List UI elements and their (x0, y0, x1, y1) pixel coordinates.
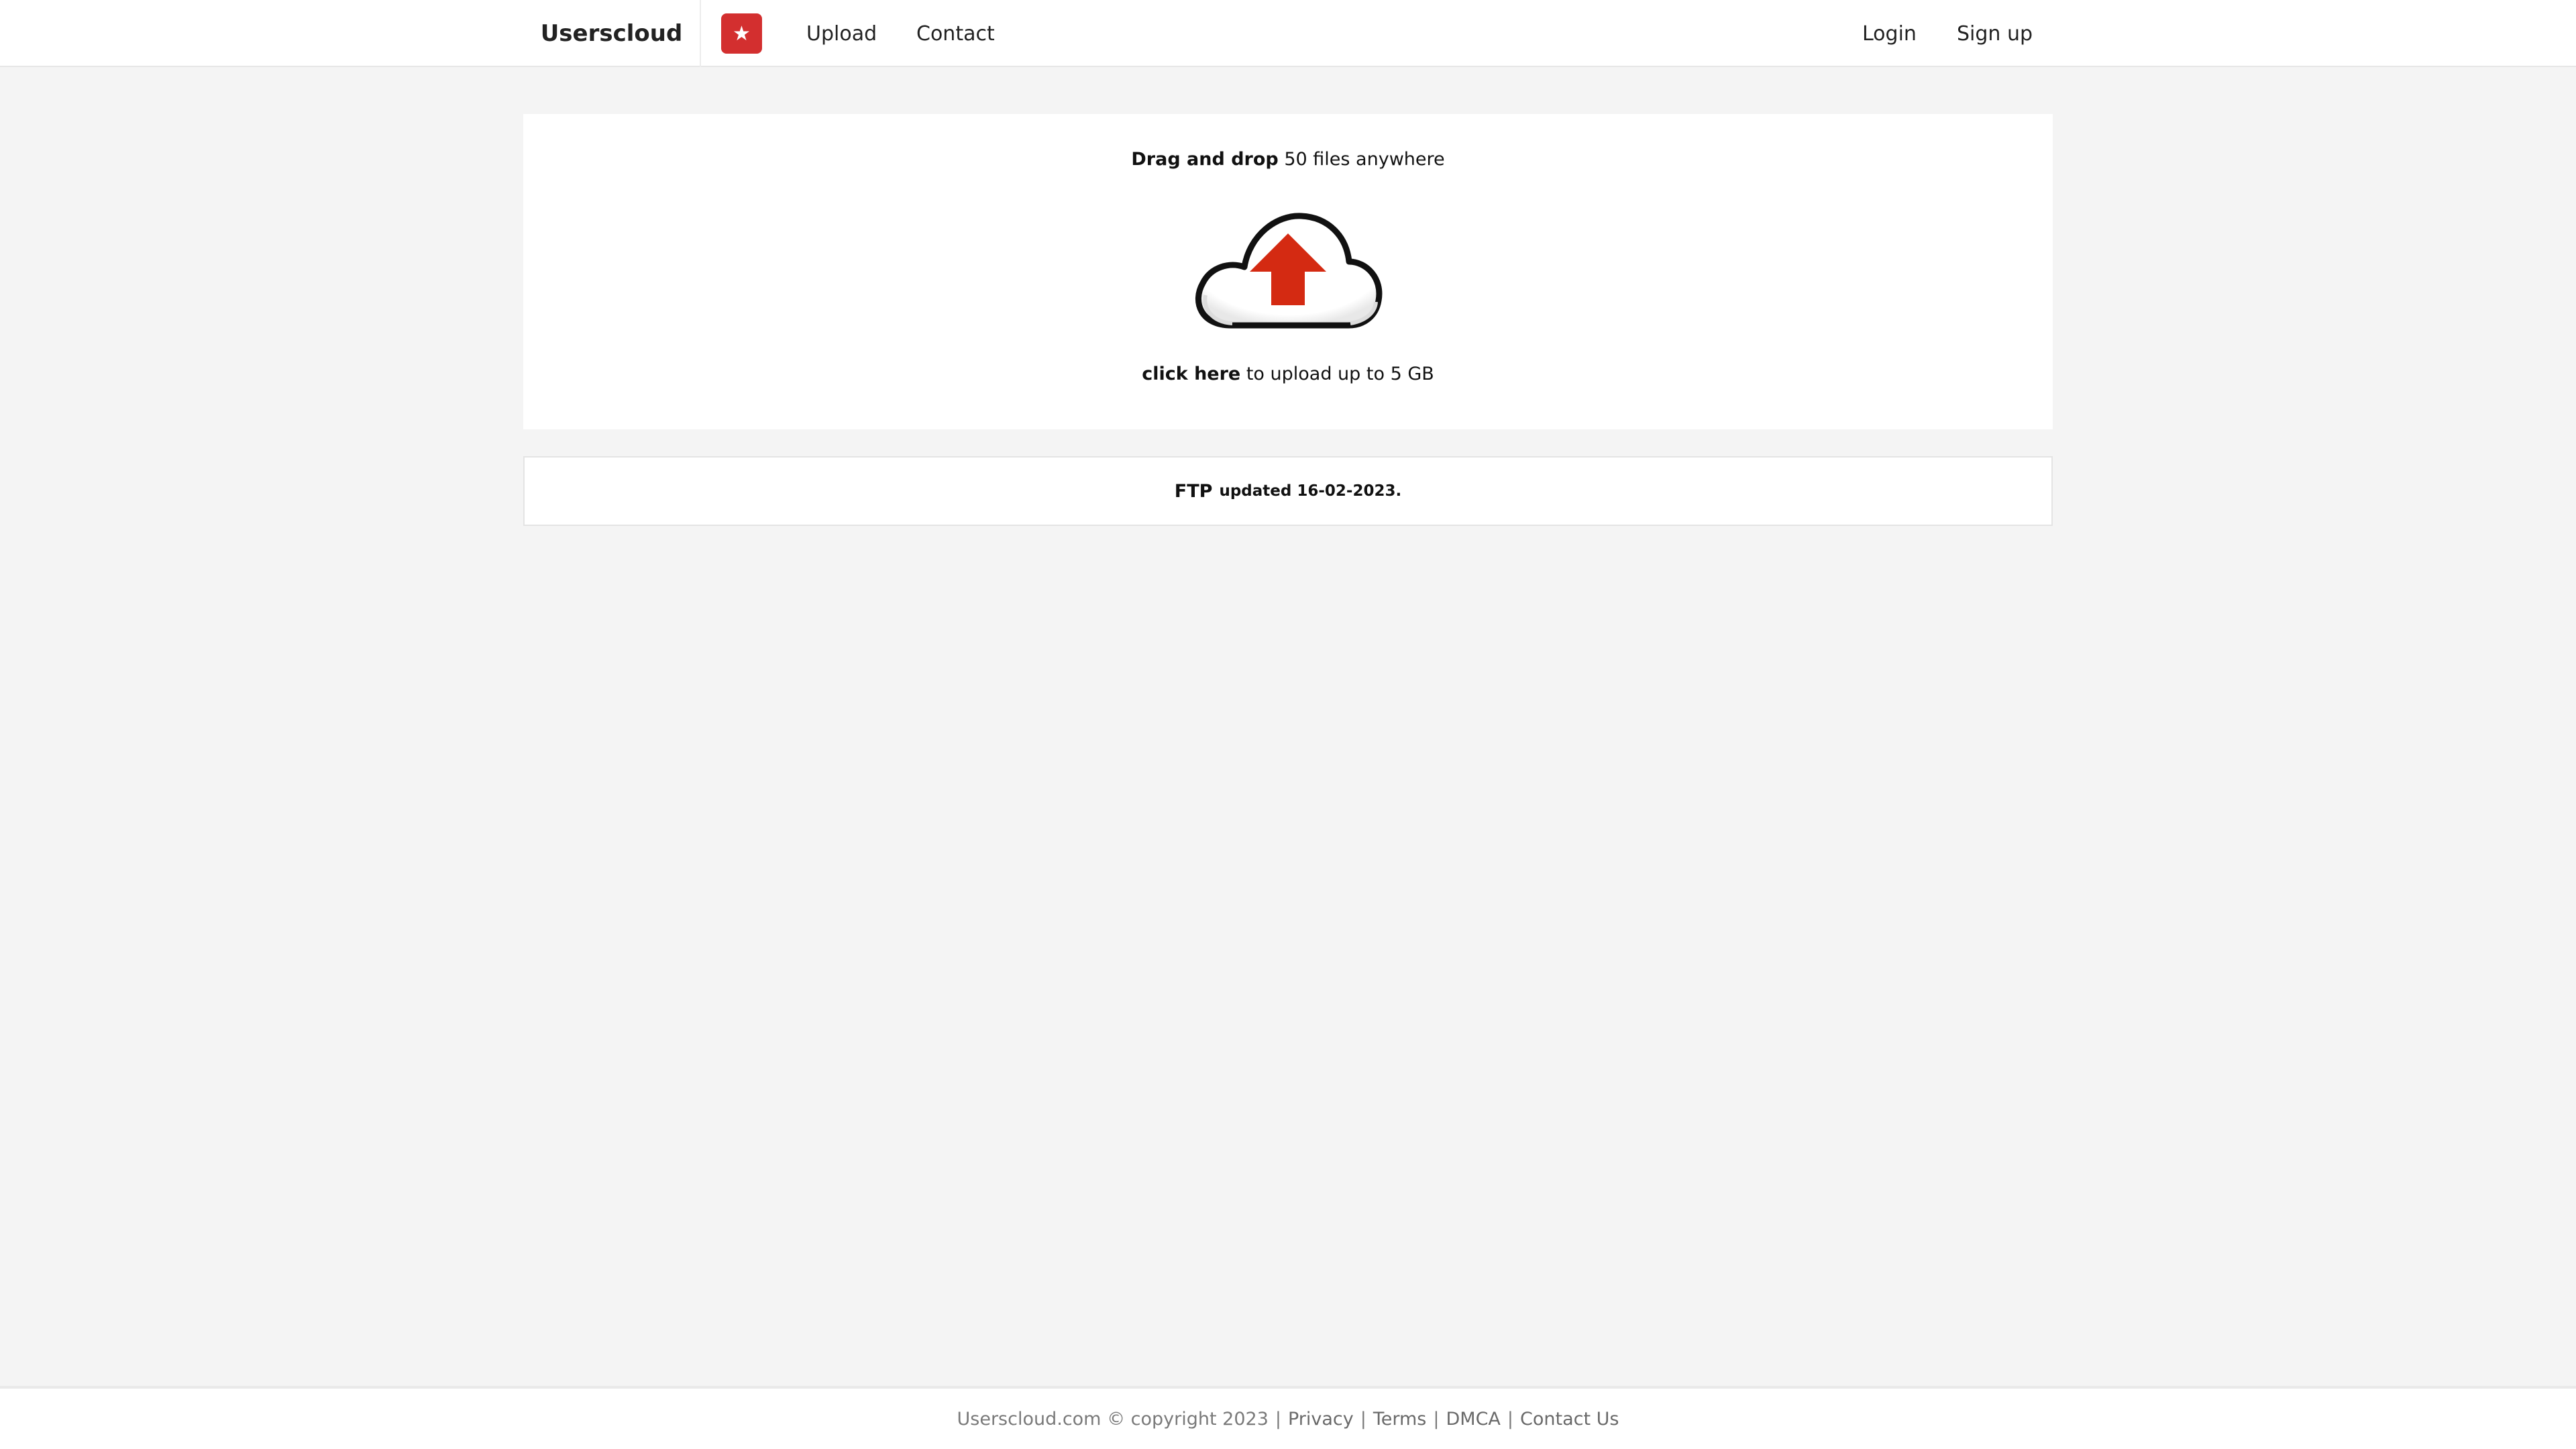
footer-separator: | (1275, 1408, 1281, 1430)
brand-logo-link[interactable]: Userscloud (523, 0, 701, 67)
click-here-link[interactable]: click here (1142, 364, 1240, 384)
upload-dropzone[interactable]: Drag and drop 50 files anywhere click he… (523, 114, 2053, 429)
star-badge-button[interactable]: ★ (721, 13, 762, 54)
footer-separator: | (1433, 1408, 1440, 1430)
ftp-updated-note: updated 16-02-2023. (1219, 482, 1402, 500)
footer-separator: | (1507, 1408, 1514, 1430)
footer-dmca-link[interactable]: DMCA (1446, 1409, 1500, 1430)
drag-drop-bold: Drag and drop (1131, 149, 1279, 170)
star-icon: ★ (733, 21, 751, 46)
footer-terms-link[interactable]: Terms (1373, 1409, 1427, 1430)
footer-separator: | (1360, 1408, 1366, 1430)
drag-drop-hint: Drag and drop 50 files anywhere (523, 146, 2053, 173)
top-navbar: Userscloud ★ Upload Contact Login Sign u… (0, 0, 2576, 67)
ftp-title: FTP (1174, 480, 1213, 502)
upload-limit-text: to upload up to 5 GB (1246, 364, 1434, 384)
click-upload-hint: click here to upload up to 5 GB (523, 361, 2053, 388)
ftp-notice: FTP updated 16-02-2023. (523, 456, 2053, 526)
nav-contact-link[interactable]: Contact (916, 0, 995, 67)
footer-privacy-link[interactable]: Privacy (1288, 1409, 1354, 1430)
nav-signup-link[interactable]: Sign up (1957, 0, 2033, 67)
footer-copyright: Userscloud.com © copyright 2023 (957, 1408, 1269, 1430)
footer-contact-us-link[interactable]: Contact Us (1520, 1409, 1619, 1430)
page-footer: Userscloud.com © copyright 2023 | Privac… (0, 1386, 2576, 1449)
cloud-upload-icon[interactable] (1191, 195, 1385, 335)
nav-login-link[interactable]: Login (1862, 0, 1917, 67)
drag-drop-rest: 50 files anywhere (1284, 149, 1445, 170)
nav-upload-link[interactable]: Upload (806, 0, 877, 67)
